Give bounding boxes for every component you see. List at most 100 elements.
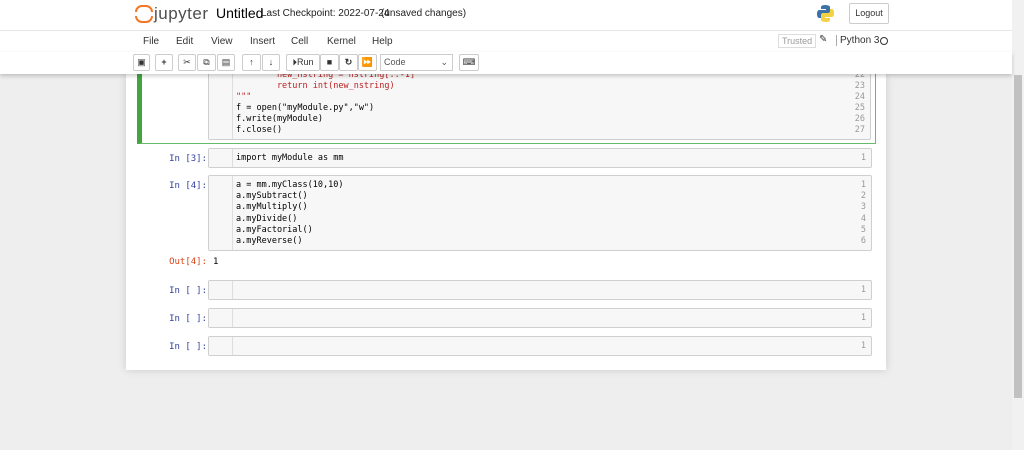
cell-input[interactable]: 1 a = mm.myClass(10,10) 2 a.mySubtract()… — [208, 175, 872, 251]
plus-icon: + — [161, 57, 167, 67]
code-line: a.myDivide() — [236, 214, 298, 224]
code-line: f.close() — [236, 125, 283, 135]
menu-cell[interactable]: Cell — [291, 36, 308, 47]
code-line: a.mySubtract() — [236, 191, 308, 201]
code-cell-selected[interactable]: 22 new_nstring = nstring[::-1] 23 return… — [137, 64, 876, 144]
code-line: """ — [236, 92, 252, 102]
insert-cell-button[interactable]: + — [155, 54, 173, 71]
jupyter-logo[interactable]: jupyter — [135, 4, 209, 24]
line-number: 23 — [854, 81, 865, 91]
kernel-name: Python 3 — [836, 35, 879, 46]
menu-insert[interactable]: Insert — [250, 36, 275, 47]
scrollbar[interactable] — [1012, 0, 1024, 450]
line-number: 24 — [854, 92, 865, 102]
menu-view[interactable]: View — [211, 36, 233, 47]
line-number: 26 — [854, 114, 865, 124]
code-line: a.myReverse() — [236, 236, 303, 246]
line-number: 1 — [860, 341, 866, 351]
logo-text: jupyter — [154, 4, 209, 23]
interrupt-button[interactable]: ■ — [320, 54, 339, 71]
python-logo-icon — [817, 5, 834, 22]
code-cell[interactable]: In [4]: 1 a = mm.myClass(10,10) 2 a.mySu… — [137, 175, 876, 275]
menubar: File Edit View Insert Cell Kernel Help T… — [0, 30, 1012, 52]
unsaved-status: (unsaved changes) — [381, 8, 467, 19]
code-line: f.write(myModule) — [236, 114, 323, 124]
line-number: 27 — [854, 125, 865, 135]
line-number: 1 — [860, 285, 866, 295]
scrollbar-thumb[interactable] — [1014, 75, 1022, 398]
logout-button[interactable]: Logout — [849, 3, 889, 24]
paste-button[interactable]: ▤ — [217, 54, 235, 71]
cell-input[interactable]: 1 — [208, 308, 872, 328]
code-cell[interactable]: In [ ]: 1 — [137, 308, 876, 330]
input-prompt: In [ ]: — [169, 342, 207, 352]
command-palette-button[interactable]: ⌨ — [459, 54, 479, 71]
move-down-button[interactable]: ↓ — [262, 54, 280, 71]
output-prompt: Out[4]: — [169, 257, 207, 267]
menu-kernel[interactable]: Kernel — [327, 36, 356, 47]
code-line: a = mm.myClass(10,10) — [236, 180, 344, 190]
code-line: f = open("myModule.py","w") — [236, 103, 375, 113]
scissors-icon: ✂ — [183, 57, 191, 67]
code-cell[interactable]: In [3]: 1 import myModule as mm — [137, 148, 876, 170]
copy-button[interactable]: ⧉ — [197, 54, 216, 71]
move-up-button[interactable]: ↑ — [242, 54, 261, 71]
notebook-container: 22 new_nstring = nstring[::-1] 23 return… — [126, 64, 886, 370]
header: jupyter Untitled Last Checkpoint: 2022-0… — [0, 0, 1012, 30]
line-number: 1 — [860, 313, 866, 323]
arrow-up-icon: ↑ — [249, 57, 254, 67]
line-number-gutter — [209, 281, 233, 299]
restart-button[interactable]: ↻ — [339, 54, 358, 71]
run-button[interactable]: ⏵Run — [286, 54, 320, 71]
paste-icon: ▤ — [221, 57, 231, 67]
code-cell[interactable]: In [ ]: 1 — [137, 280, 876, 302]
line-number: 1 — [860, 153, 866, 163]
line-number: 6 — [860, 236, 866, 246]
line-number: 4 — [860, 214, 866, 224]
code-line: return int(new_nstring) — [236, 81, 395, 91]
fast-forward-icon: ⏩ — [361, 57, 374, 67]
menu-file[interactable]: File — [143, 36, 159, 47]
copy-icon: ⧉ — [203, 57, 210, 67]
line-number: 1 — [860, 180, 866, 190]
line-number: 2 — [860, 191, 866, 201]
arrow-down-icon: ↓ — [268, 57, 274, 67]
code-line: a.myFactorial() — [236, 225, 313, 235]
save-button[interactable]: ▣ — [133, 54, 150, 71]
restart-run-all-button[interactable]: ⏩ — [358, 54, 377, 71]
menu-help[interactable]: Help — [372, 36, 393, 47]
cell-input[interactable]: 1 import myModule as mm — [208, 148, 872, 168]
input-prompt: In [4]: — [169, 181, 207, 191]
run-label: Run — [297, 57, 314, 67]
menu-edit[interactable]: Edit — [176, 36, 193, 47]
toolbar: ▣ + ✂ ⧉ ▤ ↑ ↓ ⏵Run ■ ↻ ⏩ Code ⌄ ⌨ — [0, 52, 1012, 74]
line-number-gutter — [209, 149, 233, 167]
notebook-name[interactable]: Untitled — [216, 5, 263, 21]
edit-pencil-icon[interactable]: ✎ — [819, 34, 827, 45]
code-line: import myModule as mm — [236, 153, 344, 163]
cell-type-select[interactable]: Code ⌄ — [380, 54, 453, 71]
cell-type-value: Code — [384, 57, 406, 67]
chevron-down-icon: ⌄ — [440, 57, 448, 67]
restart-icon: ↻ — [344, 57, 353, 67]
input-prompt: In [ ]: — [169, 314, 207, 324]
cut-button[interactable]: ✂ — [178, 54, 196, 71]
code-line: a.myMultiply() — [236, 202, 308, 212]
cell-input[interactable]: 1 — [208, 336, 872, 356]
trusted-badge[interactable]: Trusted — [778, 34, 817, 48]
keyboard-icon: ⌨ — [462, 57, 476, 67]
line-number-gutter — [209, 337, 233, 355]
line-number: 25 — [854, 103, 865, 113]
last-checkpoint: Last Checkpoint: 2022-07-24 — [261, 8, 390, 19]
line-number: 3 — [860, 202, 866, 212]
cell-input[interactable]: 22 new_nstring = nstring[::-1] 23 return… — [208, 69, 871, 140]
jupyter-logo-icon — [135, 4, 153, 24]
cell-input[interactable]: 1 — [208, 280, 872, 300]
stop-icon: ■ — [326, 57, 333, 67]
input-prompt: In [3]: — [169, 154, 207, 164]
kernel-idle-indicator-icon — [880, 37, 888, 45]
line-number-gutter — [209, 309, 233, 327]
input-prompt: In [ ]: — [169, 286, 207, 296]
code-cell[interactable]: In [ ]: 1 — [137, 336, 876, 358]
line-number-gutter — [209, 176, 233, 250]
